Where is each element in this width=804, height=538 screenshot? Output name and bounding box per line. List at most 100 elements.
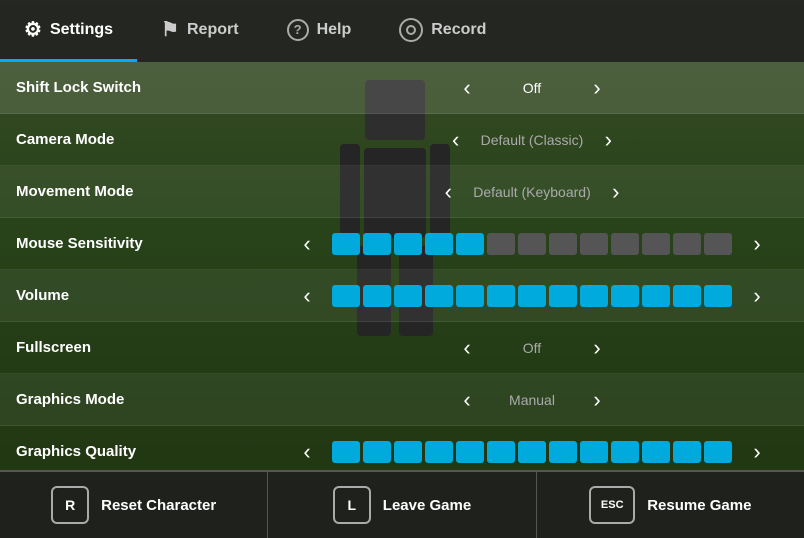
setting-control-mouse-sensitivity: ‹ › bbox=[268, 231, 796, 257]
setting-label-graphics-quality: Graphics Quality bbox=[8, 443, 268, 460]
slider-segment bbox=[456, 285, 484, 307]
shift-lock-value: Off bbox=[492, 80, 572, 96]
movement-mode-prev[interactable]: ‹ bbox=[433, 179, 463, 205]
slider-segment bbox=[363, 441, 391, 463]
volume-slider[interactable] bbox=[332, 285, 732, 307]
mouse-sensitivity-next[interactable]: › bbox=[742, 231, 772, 257]
slider-segment bbox=[456, 233, 484, 255]
slider-segment bbox=[332, 233, 360, 255]
tab-report[interactable]: ⚑ Report bbox=[137, 0, 263, 62]
graphics-quality-prev[interactable]: ‹ bbox=[292, 439, 322, 465]
setting-row-movement-mode: Movement Mode ‹ Default (Keyboard) › bbox=[0, 166, 804, 218]
setting-row-shift-lock: Shift Lock Switch ‹ Off › bbox=[0, 62, 804, 114]
slider-segment bbox=[704, 285, 732, 307]
slider-segment bbox=[611, 285, 639, 307]
flag-icon: ⚑ bbox=[161, 17, 179, 42]
reset-key-badge: R bbox=[51, 486, 89, 524]
slider-segment bbox=[673, 441, 701, 463]
slider-segment bbox=[425, 285, 453, 307]
setting-control-volume: ‹ › bbox=[268, 283, 796, 309]
setting-control-movement-mode: ‹ Default (Keyboard) › bbox=[268, 179, 796, 205]
setting-row-camera-mode: Camera Mode ‹ Default (Classic) › bbox=[0, 114, 804, 166]
tab-report-label: Report bbox=[187, 21, 239, 39]
movement-mode-next[interactable]: › bbox=[601, 179, 631, 205]
volume-next[interactable]: › bbox=[742, 283, 772, 309]
slider-segment bbox=[487, 285, 515, 307]
gear-icon: ⚙ bbox=[24, 17, 42, 42]
fullscreen-next[interactable]: › bbox=[582, 335, 612, 361]
fullscreen-value: Off bbox=[492, 340, 572, 356]
slider-segment bbox=[580, 441, 608, 463]
setting-control-fullscreen: ‹ Off › bbox=[268, 335, 796, 361]
settings-area: Shift Lock Switch ‹ Off › Camera Mode ‹ … bbox=[0, 62, 804, 470]
graphics-mode-prev[interactable]: ‹ bbox=[452, 387, 482, 413]
leave-game-button[interactable]: L Leave Game bbox=[268, 472, 536, 538]
slider-segment bbox=[487, 441, 515, 463]
slider-segment bbox=[611, 233, 639, 255]
slider-segment bbox=[611, 441, 639, 463]
slider-segment bbox=[518, 285, 546, 307]
slider-segment bbox=[425, 233, 453, 255]
graphics-mode-value: Manual bbox=[492, 392, 572, 408]
slider-segment bbox=[518, 233, 546, 255]
setting-row-volume: Volume ‹ › bbox=[0, 270, 804, 322]
help-icon: ? bbox=[287, 19, 309, 41]
slider-segment bbox=[642, 233, 670, 255]
slider-segment bbox=[332, 441, 360, 463]
reset-character-label: Reset Character bbox=[101, 497, 216, 514]
tab-settings-label: Settings bbox=[50, 21, 113, 39]
top-navigation: ⚙ Settings ⚑ Report ? Help Record bbox=[0, 0, 804, 62]
bottom-bar: R Reset Character L Leave Game ESC Resum… bbox=[0, 470, 804, 538]
camera-mode-prev[interactable]: ‹ bbox=[441, 127, 471, 153]
slider-segment bbox=[580, 233, 608, 255]
slider-segment bbox=[549, 441, 577, 463]
graphics-quality-slider[interactable] bbox=[332, 441, 732, 463]
graphics-quality-next[interactable]: › bbox=[742, 439, 772, 465]
setting-label-graphics-mode: Graphics Mode bbox=[8, 391, 268, 408]
slider-segment bbox=[549, 233, 577, 255]
mouse-sensitivity-slider[interactable] bbox=[332, 233, 732, 255]
resume-game-button[interactable]: ESC Resume Game bbox=[537, 472, 804, 538]
tab-help[interactable]: ? Help bbox=[263, 0, 376, 62]
slider-segment bbox=[394, 285, 422, 307]
setting-control-graphics-quality: ‹ › bbox=[268, 439, 796, 465]
main-panel: ⚙ Settings ⚑ Report ? Help Record Shift … bbox=[0, 0, 804, 538]
tab-help-label: Help bbox=[317, 21, 352, 39]
slider-segment bbox=[704, 441, 732, 463]
setting-label-movement-mode: Movement Mode bbox=[8, 183, 268, 200]
slider-segment bbox=[363, 233, 391, 255]
setting-label-shift-lock: Shift Lock Switch bbox=[8, 79, 268, 96]
resume-game-label: Resume Game bbox=[647, 497, 751, 514]
slider-segment bbox=[332, 285, 360, 307]
shift-lock-next[interactable]: › bbox=[582, 75, 612, 101]
setting-row-graphics-mode: Graphics Mode ‹ Manual › bbox=[0, 374, 804, 426]
record-icon bbox=[399, 18, 423, 42]
tab-settings[interactable]: ⚙ Settings bbox=[0, 0, 137, 62]
setting-label-camera-mode: Camera Mode bbox=[8, 131, 268, 148]
setting-control-graphics-mode: ‹ Manual › bbox=[268, 387, 796, 413]
camera-mode-next[interactable]: › bbox=[593, 127, 623, 153]
camera-mode-value: Default (Classic) bbox=[481, 132, 584, 148]
tab-record-label: Record bbox=[431, 21, 486, 39]
setting-control-shift-lock: ‹ Off › bbox=[268, 75, 796, 101]
setting-label-volume: Volume bbox=[8, 287, 268, 304]
shift-lock-prev[interactable]: ‹ bbox=[452, 75, 482, 101]
fullscreen-prev[interactable]: ‹ bbox=[452, 335, 482, 361]
tab-record[interactable]: Record bbox=[375, 0, 510, 62]
slider-segment bbox=[673, 285, 701, 307]
leave-key-badge: L bbox=[333, 486, 371, 524]
mouse-sensitivity-prev[interactable]: ‹ bbox=[292, 231, 322, 257]
setting-row-fullscreen: Fullscreen ‹ Off › bbox=[0, 322, 804, 374]
setting-label-mouse-sensitivity: Mouse Sensitivity bbox=[8, 235, 268, 252]
slider-segment bbox=[642, 441, 670, 463]
resume-key-badge: ESC bbox=[589, 486, 635, 524]
leave-game-label: Leave Game bbox=[383, 497, 471, 514]
graphics-mode-next[interactable]: › bbox=[582, 387, 612, 413]
slider-segment bbox=[704, 233, 732, 255]
reset-character-button[interactable]: R Reset Character bbox=[0, 472, 268, 538]
setting-row-graphics-quality: Graphics Quality ‹ › bbox=[0, 426, 804, 470]
slider-segment bbox=[487, 233, 515, 255]
slider-segment bbox=[363, 285, 391, 307]
slider-segment bbox=[425, 441, 453, 463]
volume-prev[interactable]: ‹ bbox=[292, 283, 322, 309]
